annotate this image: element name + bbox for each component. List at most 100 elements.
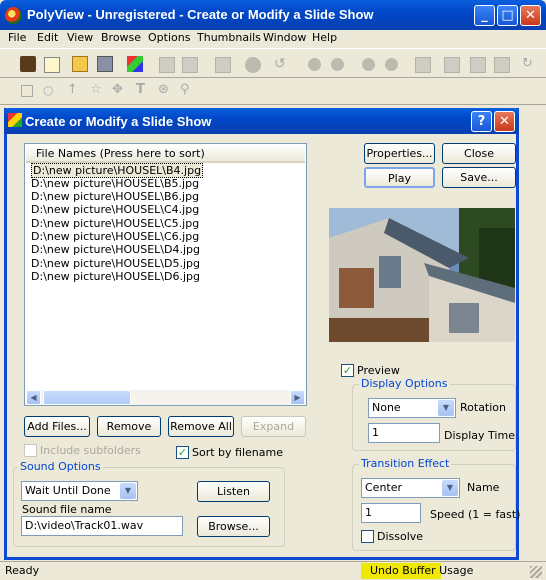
list-item[interactable]: D:\new picture\HOUSEL\C6.jpg [31, 230, 199, 243]
sound-mode-value: Wait Until Done [25, 484, 111, 497]
transition-name-select[interactable]: Center ▼ [361, 478, 460, 498]
preview-checkbox[interactable]: ✓ [341, 364, 354, 377]
menu-browse[interactable]: Browse [101, 31, 141, 44]
text-icon[interactable]: T [136, 82, 152, 98]
rotation-select[interactable]: None ▼ [368, 398, 456, 418]
close-button[interactable]: Close [442, 143, 516, 164]
menu-thumbnails[interactable]: Thumbnails [197, 31, 261, 44]
remove-all-button[interactable]: Remove All [168, 416, 234, 437]
display-options-label: Display Options [359, 377, 450, 390]
transition-effect-label: Transition Effect [359, 457, 452, 470]
lasso-icon[interactable]: ○ [43, 83, 59, 99]
listen-button[interactable]: Listen [197, 481, 270, 502]
play-button[interactable]: Play [364, 167, 435, 188]
dialog-title-bar: Create or Modify a Slide Show ? ✕ [4, 108, 519, 134]
list-item[interactable]: D:\new picture\HOUSEL\D5.jpg [31, 257, 200, 270]
transition-name-label: Name [467, 481, 500, 494]
include-subfolders-checkbox[interactable] [24, 444, 37, 457]
dialog-close-button[interactable]: ✕ [494, 111, 515, 132]
print-icon[interactable] [215, 57, 231, 73]
stop-icon[interactable] [245, 57, 261, 73]
save-button[interactable]: Save... [442, 167, 516, 188]
dissolve-label: Dissolve [377, 530, 424, 543]
preview-label: Preview [357, 364, 400, 377]
expand-button[interactable]: Expand [241, 416, 306, 437]
rotate-icon[interactable] [385, 58, 398, 71]
chevron-down-icon[interactable]: ▼ [120, 483, 136, 499]
app-title-bar: PolyView - Unregistered - Create or Modi… [0, 0, 546, 30]
resize-grip-icon[interactable] [530, 566, 542, 578]
select-rect-icon[interactable] [21, 85, 33, 97]
star-icon[interactable]: ☆ [90, 82, 106, 98]
move-icon[interactable]: ✥ [112, 82, 128, 98]
stamp-icon[interactable]: ⊛ [158, 82, 174, 98]
save-icon[interactable] [97, 56, 113, 72]
rotation-label: Rotation [460, 401, 507, 414]
sound-file-label: Sound file name [22, 503, 112, 516]
open-folder-icon[interactable] [72, 56, 88, 72]
sound-file-input[interactable]: D:\video\Track01.wav [21, 516, 183, 536]
menu-window[interactable]: Window [263, 31, 306, 44]
tools-toolbar: ○ ↑ ☆ ✥ T ⊛ ⚲ [0, 79, 546, 105]
undo-icon[interactable]: ↺ [274, 57, 290, 73]
redo-icon[interactable]: ↻ [522, 57, 538, 73]
slideshow-icon [8, 113, 22, 127]
scroll-right-icon[interactable]: ▶ [290, 390, 305, 405]
horizontal-scrollbar[interactable]: ◀ ▶ [26, 390, 305, 405]
list-item[interactable]: D:\new picture\HOUSEL\B6.jpg [31, 190, 199, 203]
sort-by-filename-checkbox[interactable]: ✓ [176, 446, 189, 459]
status-bar: Ready Undo Buffer Usage [0, 561, 546, 580]
list-item[interactable]: D:\new picture\HOUSEL\B5.jpg [31, 177, 199, 190]
list-item[interactable]: D:\new picture\HOUSEL\D4.jpg [31, 243, 200, 256]
zoom-icon[interactable] [331, 58, 344, 71]
minimize-button[interactable]: _ [474, 5, 495, 26]
display-time-label: Display Time [444, 429, 515, 442]
menu-edit[interactable]: Edit [37, 31, 58, 44]
list-item[interactable]: D:\new picture\HOUSEL\D6.jpg [31, 270, 200, 283]
help-button[interactable]: ? [471, 111, 492, 132]
color-icon[interactable] [127, 56, 143, 72]
scroll-left-icon[interactable]: ◀ [26, 390, 41, 405]
list-item[interactable]: D:\new picture\HOUSEL\C4.jpg [31, 203, 199, 216]
status-text: Ready [5, 564, 40, 577]
list-item[interactable]: D:\new picture\HOUSEL\C5.jpg [31, 217, 199, 230]
fit-icon[interactable] [415, 57, 431, 73]
add-files-button[interactable]: Add Files... [24, 416, 90, 437]
dissolve-checkbox[interactable] [361, 530, 374, 543]
speed-input[interactable]: 1 [361, 503, 421, 523]
grid-icon[interactable] [444, 57, 460, 73]
maximize-button[interactable]: □ [497, 5, 518, 26]
sound-mode-select[interactable]: Wait Until Done ▼ [21, 481, 138, 501]
close-window-button[interactable]: ✕ [520, 5, 541, 26]
scan-icon[interactable] [20, 56, 36, 72]
chevron-down-icon[interactable]: ▼ [438, 400, 454, 416]
rotate-icon[interactable] [362, 58, 375, 71]
display-time-input[interactable]: 1 [368, 423, 440, 443]
properties-button[interactable]: Properties... [364, 143, 435, 164]
main-toolbar: ↺ ↻ [0, 48, 546, 78]
menu-options[interactable]: Options [148, 31, 190, 44]
include-subfolders-label: Include subfolders [40, 444, 141, 457]
rotation-value: None [372, 401, 401, 414]
scroll-thumb[interactable] [43, 390, 131, 405]
dialog-title: Create or Modify a Slide Show [25, 114, 212, 129]
list-item[interactable]: D:\new picture\HOUSEL\B4.jpg [31, 163, 204, 178]
menu-view[interactable]: View [67, 31, 93, 44]
menu-help[interactable]: Help [312, 31, 337, 44]
chevron-down-icon[interactable]: ▼ [442, 480, 458, 496]
file-list[interactable]: File Names (Press here to sort) D:\new p… [24, 143, 307, 406]
arrow-icon[interactable]: ↑ [67, 82, 83, 98]
copy-icon[interactable] [159, 57, 175, 73]
new-file-icon[interactable] [44, 57, 60, 73]
app-title: PolyView - Unregistered - Create or Modi… [27, 7, 374, 22]
browse-button[interactable]: Browse... [197, 516, 270, 537]
grid-icon[interactable] [470, 57, 486, 73]
zoom-icon[interactable] [308, 58, 321, 71]
file-list-header[interactable]: File Names (Press here to sort) [26, 145, 305, 163]
speed-label: Speed (1 = fast) [430, 508, 521, 521]
menu-file[interactable]: File [8, 31, 26, 44]
paste-icon[interactable] [182, 57, 198, 73]
remove-button[interactable]: Remove [97, 416, 161, 437]
tile-icon[interactable] [494, 57, 510, 73]
magnifier-icon[interactable]: ⚲ [180, 82, 196, 98]
